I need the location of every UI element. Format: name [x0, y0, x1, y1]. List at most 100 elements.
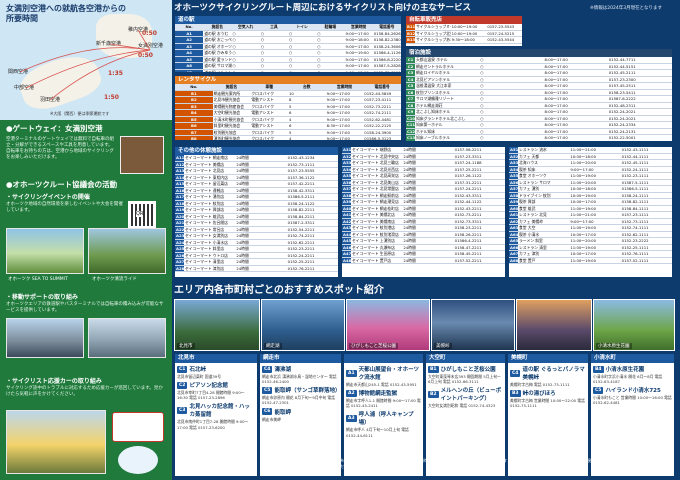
table-row: A68 食堂 置戸 11:00〜19:00 0157-52-1111 — [509, 257, 672, 264]
event-photo-2 — [88, 228, 166, 274]
route-title: ●オホーツクルート協議会の活動 — [6, 180, 118, 189]
area-photo-2: 網走湖 — [261, 299, 345, 351]
table-cell: セイコーマート 津別店 — [184, 265, 236, 272]
table-cell: 道の駅 かみゆうべつ温泉 — [203, 49, 232, 57]
row-id: A48 — [342, 257, 351, 264]
move-section: ・移動サポートの取り組み オホーツクエリアの鉄道駅やバスターミナルでは自転車の積… — [6, 290, 166, 314]
area-column: 北見市 C1 石北峠 北見市留辺蘂町 国道39号 C2 ピアソン記念館 北見市幸町7丁目4-… — [174, 353, 258, 477]
spot-text: 網走市美岬 — [262, 416, 281, 422]
spot-badge: C2 — [177, 381, 188, 389]
table-cell: ○ — [259, 69, 288, 72]
spot-item: C5 ハイランド小清水725 小清水町もこと 営業時間 10:00〜16:00 電話… — [593, 386, 672, 405]
row-id: A21 — [175, 219, 184, 227]
row-id: A61 — [509, 211, 518, 219]
table-cell: 24時間 — [235, 265, 287, 272]
table-cell: セイコーマート 紋別渚滑店 — [351, 231, 403, 238]
table-cell: セイコーマート 網走潮見店 — [351, 198, 403, 206]
table-cell: サイクルショップあさひ — [415, 36, 451, 44]
gateway-section: ●ゲートウェイ：女満別空港 空港ターミナルのゲートウェイでは無料で自転車の組立・… — [6, 124, 166, 174]
row-id: A40 — [342, 205, 351, 212]
area-photo-4-caption: 美幌峠 — [434, 343, 452, 349]
area-photo-3-caption: ひがしもこと芝桜公園 — [349, 343, 398, 349]
row-id: A51 — [509, 147, 518, 154]
row-id: A64 — [509, 231, 518, 238]
table-cell: 0158-24-3606 — [372, 43, 401, 50]
row-id: A63 — [509, 224, 518, 232]
table-cell: ○ — [288, 69, 317, 72]
row-id: A18 — [175, 200, 184, 207]
spot-item: C6 能取岬 網走市美岬 — [262, 408, 339, 422]
qr-code[interactable]: QR — [128, 200, 156, 229]
row-id: A39 — [342, 198, 351, 206]
row-id: A38 — [342, 192, 351, 199]
row-id: B13 — [406, 36, 415, 44]
row-id: A54 — [509, 166, 518, 173]
spot-title: メルヘンの丘（ビューポイントパーキング） — [440, 388, 502, 403]
table-row: A65 ラーメン 斜里 11:00〜20:00 0152-23-2222 — [509, 237, 672, 245]
other2-table: A31 セイコーマート 端野店 24時間 0157-56-2211 A32 セイコーマート… — [342, 147, 505, 264]
row-id: A55 — [509, 172, 518, 180]
table-cell: 9:00〜17:00 — [344, 62, 373, 70]
row-id: A56 — [509, 179, 518, 186]
table-row: B8 湧別町観光協会 クロスバイク 4 9:00〜17:00 01586-5-3123 — [175, 135, 401, 140]
table-cell: 0152-75-6500 — [372, 69, 401, 72]
table-row: A48 セイコーマート 置戸店 24時間 0157-52-2211 — [342, 257, 505, 264]
move-title: ・移動サポートの取り組み — [6, 294, 79, 301]
area-column: 網走市 C4 濤沸湖 網走市北浜 濤沸湖水鳥・湿地センター 電話 0152-46-24… — [259, 353, 342, 477]
table-cell: 0152-43-5544 — [486, 36, 522, 44]
table-cell: セイコーマート 美幌南店 — [351, 218, 403, 225]
table-row: B11 サイクルショップミヤ 10:00〜19:00 0157-23-5543 — [406, 24, 522, 31]
table-cell: ○ — [316, 69, 345, 72]
table-cell: 0152-76-2211 — [286, 265, 338, 272]
row-id: A66 — [509, 244, 518, 251]
table-row: A63 食堂 大空 11:00〜19:00 0152-74-1111 — [509, 224, 672, 232]
spot-text: 北見市留辺蘂町 国道39号 — [177, 374, 222, 379]
row-id: A15 — [175, 180, 184, 188]
spot-text: 小清水町字浜小清水 開花 6月〜8月 電話 0152-63-4187 — [593, 374, 663, 385]
move-photo-2 — [88, 318, 166, 358]
table-cell: 9:00〜17:00 — [344, 56, 373, 63]
spot-item: C1 石北峠 北見市留辺蘂町 国道39号 — [177, 365, 255, 379]
spot-title: 能取岬（サンゴ草群落地） — [274, 388, 341, 395]
table-cell: セイコーマート 佐呂間店 — [184, 219, 236, 227]
row-id: A41 — [342, 211, 351, 219]
area-column-head — [344, 354, 423, 363]
row-id: B12 — [406, 30, 415, 37]
spot-title: 呼人浦（呼人キャンプ場） — [358, 412, 414, 427]
michi-panel: 道の駅 No. 施設名 空気入れ 工具 トイレ 駐輪場 営業時間 電話番号 A1 道の駅 おうむ ○… — [174, 15, 402, 73]
table-row: A64 喫茶 小清水 10:00〜17:00 0152-62-1111 — [509, 231, 672, 238]
spot-badge: A3 — [346, 414, 357, 422]
table-cell: セイコーマート 北見高栄店 — [351, 172, 403, 180]
row-id: A44 — [342, 231, 351, 238]
table-cell: 01587-5-2828 — [372, 62, 401, 70]
spot-title: 能取岬 — [274, 409, 291, 416]
spot-badge: A1 — [346, 369, 357, 377]
area-photo-3: ひがしもこと芝桜公園 — [346, 299, 430, 351]
row-id: A62 — [509, 218, 518, 225]
spot-title: 道の駅 ぐるっとパノラマ美幌峠 — [522, 367, 585, 381]
table-cell: セイコーマート 生田原店 — [351, 250, 403, 258]
bike-shop-table: B11 サイクルショップミヤ 10:00〜19:00 0157-23-5543 B12 サ… — [406, 24, 522, 44]
table-row: A7道の駅 メルヘンの丘めまんべつ○○○○9:00〜18:000152-75-6… — [175, 69, 401, 72]
table-row: A55 食堂 オホーツク 11:00〜19:00 0152-23-1111 — [509, 172, 672, 180]
spot-title: ピアソン記念館 — [189, 383, 228, 390]
row-id: A59 — [509, 198, 518, 206]
spot-title: 峠の湯びほろ — [522, 391, 556, 398]
table-cell: クロスバイク — [250, 135, 288, 140]
spot-title: 石北峠 — [189, 367, 206, 373]
table-cell: 0157-52-1111 — [620, 257, 672, 264]
table-cell: セイコーマート ウトロ店 — [184, 252, 236, 259]
spot-title: ひがしもこと芝桜公園 — [440, 367, 496, 373]
row-id: A35 — [342, 172, 351, 180]
row-id: A26 — [175, 252, 184, 259]
spot-text: 網走市字呼人1-1 開館時間 9:00〜17:00 電話 0152-45-241… — [346, 398, 421, 409]
spot-badge: C5 — [262, 386, 273, 394]
rental-table: No. 施設名 車種 台数 営業時間 電話番号 B1 網走観光案内所 クロスバイク 10 9:00〜… — [175, 84, 401, 140]
route-section: ●オホーツクルート協議会の活動 ・サイクリングイベントの開催 オホーツク地域の自… — [6, 180, 166, 229]
row-id: A12 — [175, 161, 184, 168]
row-id: A67 — [509, 250, 518, 258]
other3-panel: A51 レストラン 流氷 11:00〜21:00 0152-43-1111 A52 カフェ… — [508, 146, 673, 278]
spot-item: C4 道の駅 ぐるっとパノラマ美幌峠 美幌町字古梅 電話 0152-73-1111 — [510, 365, 586, 387]
area-column-head: 網走市 — [260, 354, 341, 363]
row-id: A7 — [175, 69, 204, 72]
